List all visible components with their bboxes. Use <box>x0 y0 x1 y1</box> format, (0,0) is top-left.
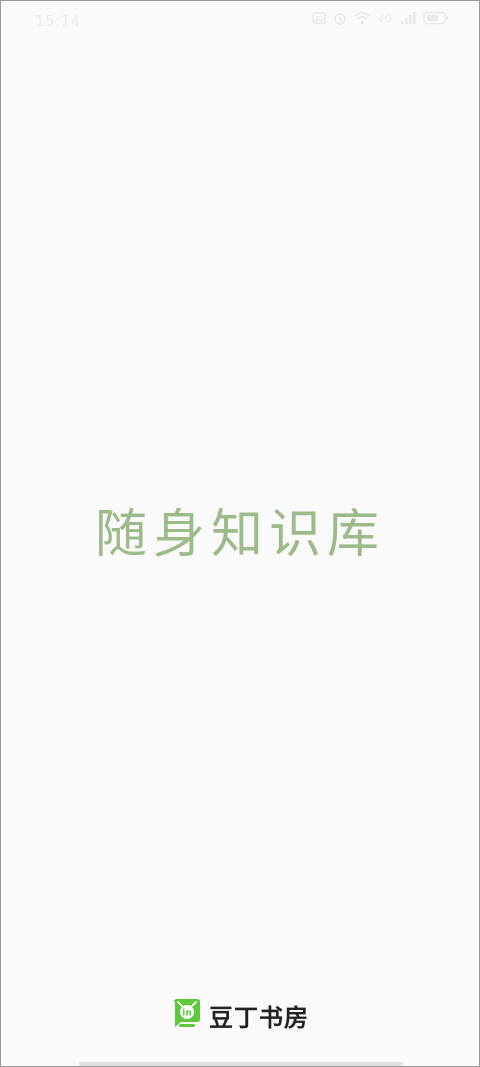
brand-footer: in 豆丁书房 <box>1 997 479 1033</box>
app-name: 豆丁书房 <box>209 1003 309 1032</box>
image-icon <box>312 11 327 25</box>
splash-slogan: 随身知识库 <box>94 505 385 565</box>
status-bar: 15:14 4G <box>1 1 479 41</box>
status-icons: 4G <box>312 11 449 25</box>
signal-icon <box>400 11 416 25</box>
network-type-label: 4G <box>377 11 393 25</box>
wifi-icon <box>354 11 370 25</box>
svg-text:in: in <box>182 1009 192 1019</box>
home-gesture-handle[interactable] <box>79 1062 403 1066</box>
battery-icon <box>423 11 449 25</box>
navigation-bar <box>1 1060 479 1066</box>
app-logo-icon: in <box>171 997 203 1033</box>
alarm-icon <box>333 11 347 25</box>
status-time: 15:14 <box>35 12 81 30</box>
splash-screen: 15:14 4G 随身知识库 in 豆丁书房 <box>0 0 480 1067</box>
